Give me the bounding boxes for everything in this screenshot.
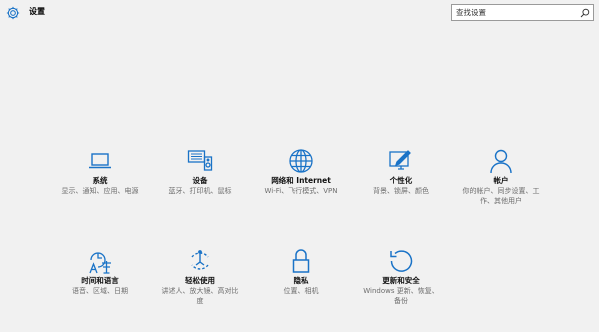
- search-icon[interactable]: [580, 8, 590, 18]
- laptop-icon: [87, 148, 113, 174]
- settings-window: 设置 系统 显示、通知、应用、电源 设备: [0, 0, 599, 332]
- tile-description: 背景、锁屏、颜色: [373, 187, 429, 195]
- devices-icon: [187, 148, 213, 174]
- time-language-icon: [87, 248, 113, 274]
- ease-of-access-icon: [187, 248, 213, 274]
- tile-label: 更新和安全: [382, 276, 420, 285]
- search-box[interactable]: [451, 4, 594, 21]
- tile-description: 蓝牙、打印机、鼠标: [168, 187, 232, 195]
- update-icon: [388, 248, 414, 274]
- globe-icon: [288, 148, 314, 174]
- tile-description: 你的帐户、同步设置、工作、其他用户: [462, 187, 540, 205]
- tile-label: 隐私: [293, 276, 309, 285]
- tile-label: 个性化: [389, 176, 413, 185]
- tile-description: 语音、区域、日期: [72, 287, 128, 295]
- tile-label: 设备: [192, 176, 208, 185]
- tile-ease-of-access[interactable]: 轻松使用 讲述人、放大镜、高对比度: [155, 248, 245, 306]
- person-icon: [488, 148, 514, 174]
- lock-icon: [288, 248, 314, 274]
- window-title: 设置: [29, 7, 45, 16]
- tile-label: 系统: [92, 176, 108, 185]
- search-input[interactable]: [456, 6, 574, 19]
- tile-label: 网络和 Internet: [271, 176, 331, 185]
- tile-label: 轻松使用: [185, 276, 215, 285]
- tile-description: 讲述人、放大镜、高对比度: [161, 287, 239, 305]
- tile-network[interactable]: 网络和 Internet Wi-Fi、飞行模式、VPN: [256, 148, 346, 196]
- tile-update-security[interactable]: 更新和安全 Windows 更新、恢复、备份: [356, 248, 446, 306]
- tile-label: 帐户: [493, 176, 509, 185]
- tile-description: 显示、通知、应用、电源: [61, 187, 139, 195]
- tile-privacy[interactable]: 隐私 位置、相机: [256, 248, 346, 296]
- tile-system[interactable]: 系统 显示、通知、应用、电源: [55, 148, 145, 196]
- tile-description: 位置、相机: [283, 287, 319, 295]
- tile-time-language[interactable]: 时间和语言 语音、区域、日期: [55, 248, 145, 296]
- personalize-icon: [388, 148, 414, 174]
- tile-personalization[interactable]: 个性化 背景、锁屏、颜色: [356, 148, 446, 196]
- tile-devices[interactable]: 设备 蓝牙、打印机、鼠标: [155, 148, 245, 196]
- gear-icon: [6, 6, 20, 20]
- tile-description: Windows 更新、恢复、备份: [363, 287, 439, 305]
- tile-description: Wi-Fi、飞行模式、VPN: [264, 187, 338, 195]
- tile-label: 时间和语言: [81, 276, 119, 285]
- tile-accounts[interactable]: 帐户 你的帐户、同步设置、工作、其他用户: [456, 148, 546, 206]
